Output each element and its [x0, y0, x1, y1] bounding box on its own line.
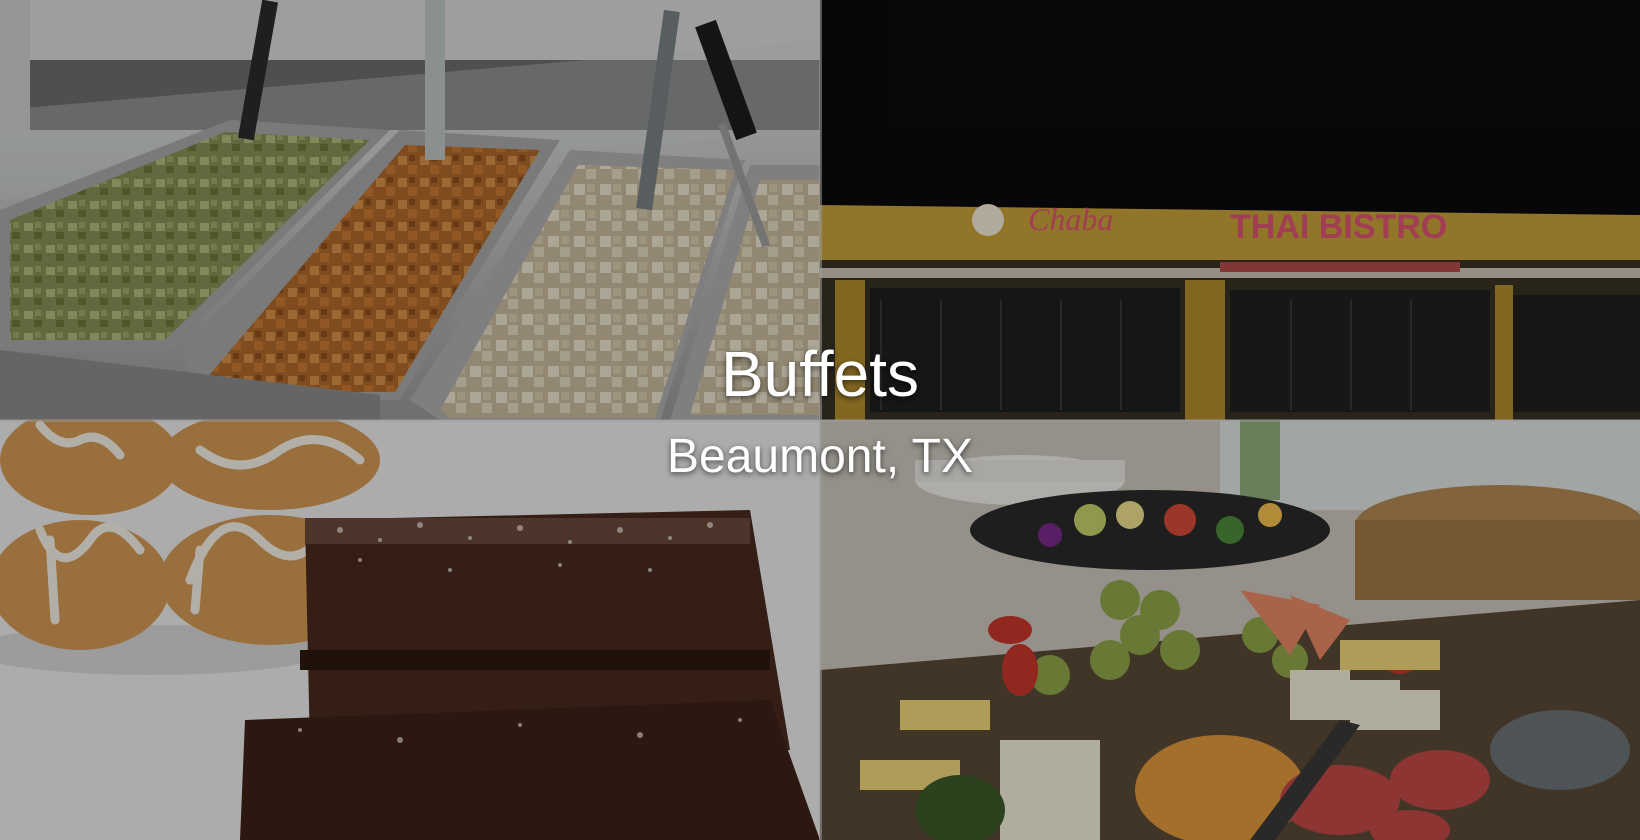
- fruit-and-cheese-platter-photo: [820, 420, 1640, 840]
- buffet-trays-photo: [0, 0, 820, 420]
- storefront-sign-right: THAI BISTRO: [1230, 208, 1447, 246]
- collage-horizontal-divider: [0, 419, 1640, 422]
- restaurant-storefront-photo: Chaba THAI BISTRO: [820, 0, 1640, 420]
- storefront-sign-left: Chaba: [1028, 201, 1113, 237]
- brownies-and-rolls-photo: [0, 420, 820, 840]
